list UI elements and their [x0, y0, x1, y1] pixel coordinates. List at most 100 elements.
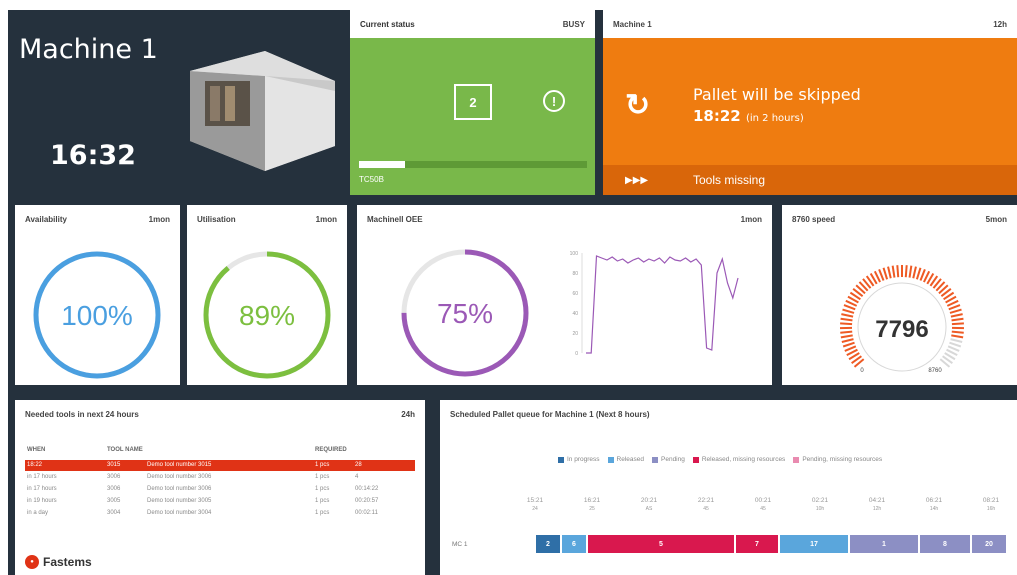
speed-tick: [878, 269, 885, 281]
status-code: TC50B: [359, 175, 384, 184]
machine-title: Machine 1: [19, 34, 158, 65]
skip-time-note: (in 2 hours): [745, 113, 804, 124]
queue-segment[interactable]: 20: [972, 535, 1008, 553]
tools-missing-text: Tools missing: [693, 173, 766, 187]
speed-tick: [950, 313, 963, 318]
table-row[interactable]: in 17 hours 3006 Demo tool number 3006 1 pc…: [25, 484, 415, 495]
utilisation-period: 1mon: [315, 214, 337, 224]
speed-tick: [949, 341, 962, 348]
utilisation-card[interactable]: Utilisation 1mon 89%: [187, 205, 347, 385]
legend-label: Pending: [661, 456, 685, 463]
speed-tick: [843, 304, 856, 311]
speed-tick: [841, 313, 854, 318]
machine-alert-range: 12h: [993, 19, 1007, 29]
needed-tools-card[interactable]: Needed tools in next 24 hours 24h WHEN T…: [15, 400, 425, 575]
speed-tick: [919, 269, 926, 281]
queue-segment[interactable]: 7: [736, 535, 780, 553]
pallet-queue-card[interactable]: Scheduled Pallet queue for Machine 1 (Ne…: [440, 400, 1017, 575]
availability-title: Availability: [25, 214, 67, 224]
speed-tick: [951, 322, 964, 326]
table-cell: 00:20:57: [355, 498, 379, 504]
table-cell: 1 pcs: [315, 474, 330, 480]
machine-clock: 16:32: [50, 140, 136, 171]
table-cell: in a day: [27, 510, 49, 516]
speed-tick: [951, 317, 964, 322]
oee-title: Machinell OEE: [367, 214, 423, 224]
machine-alert-title: Machine 1: [613, 19, 652, 29]
tools-table-header: WHEN TOOL NAME REQUIRED: [25, 445, 415, 457]
legend-item: In progress: [558, 456, 600, 463]
speed-tick: [950, 338, 963, 343]
legend-swatch: [607, 456, 614, 463]
table-cell: 1 pcs: [315, 486, 330, 492]
table-cell: Demo tool number 3015: [147, 462, 212, 468]
queue-legend: In progress Released Pending Released, miss…: [558, 456, 882, 463]
legend-item: Pending: [652, 456, 685, 463]
timeline-tick: 00:21 45: [754, 497, 772, 512]
speed-tick: [842, 341, 855, 348]
oee-header: Machinell OEE 1mon: [357, 205, 772, 233]
queue-segment[interactable]: 1: [850, 535, 920, 553]
availability-card[interactable]: Availability 1mon 100%: [15, 205, 180, 385]
legend-item: Released, missing resources: [692, 456, 785, 463]
speed-tick: [844, 345, 857, 352]
machine-illustration: [190, 51, 335, 171]
tools-missing-footer[interactable]: ▶▶▶ Tools missing: [603, 165, 1017, 195]
timeline-tick: 16:21 25: [583, 497, 601, 512]
speed-tick: [887, 266, 892, 279]
queue-segment[interactable]: 8: [920, 535, 972, 553]
table-cell: 3015: [107, 462, 121, 468]
col-when: WHEN: [27, 447, 46, 453]
status-title: Current status: [360, 19, 415, 29]
legend-swatch: [558, 456, 564, 463]
queue-segment[interactable]: 6: [562, 535, 588, 553]
table-cell: 3006: [107, 486, 121, 492]
table-row[interactable]: in 19 hours 3005 Demo tool number 3005 1 pc…: [25, 496, 415, 507]
queue-segment[interactable]: 5: [588, 535, 736, 553]
speed-tick: [840, 330, 853, 334]
oee-y-tick: 60: [572, 291, 578, 297]
legend-label: Pending, missing resources: [802, 456, 883, 463]
alert-icon: !: [543, 90, 565, 112]
legend-item: Released: [607, 456, 644, 463]
speed-max: 8760: [928, 368, 942, 374]
availability-value: 100%: [61, 300, 133, 331]
speed-tick: [948, 304, 961, 311]
speed-value: 7796: [875, 316, 928, 343]
legend-swatch: [692, 456, 699, 463]
speed-tick: [908, 265, 913, 278]
queue-row-label: MC 1: [452, 541, 468, 548]
oee-card[interactable]: Machinell OEE 1mon 75% 100 80 60 40 20 0: [357, 205, 772, 385]
speed-tick: [891, 265, 896, 278]
oee-trend-line: [586, 255, 739, 354]
oee-y-tick: 20: [572, 331, 578, 337]
legend-item: Pending, missing resources: [793, 456, 882, 463]
speed-tick: [951, 330, 964, 334]
table-row[interactable]: in a day 3004 Demo tool number 3004 1 pcs 00…: [25, 508, 415, 519]
skip-time-value: 18:22: [693, 107, 741, 125]
speed-gauge: 7796 0 8760: [839, 265, 965, 374]
table-cell: 00:14:22: [355, 486, 379, 492]
table-cell: Demo tool number 3004: [147, 510, 212, 516]
current-status-card[interactable]: Current status BUSY 2 ! TC50B: [350, 10, 595, 195]
status-header: Current status BUSY: [350, 10, 595, 38]
speed-tick: [882, 267, 889, 280]
table-row[interactable]: 18:22 3015 Demo tool number 3015 1 pcs 28: [25, 460, 415, 471]
queue-segment[interactable]: 2: [536, 535, 562, 553]
legend-label: In progress: [567, 456, 600, 463]
speed-header: 8760 speed 5mon: [782, 205, 1017, 233]
table-cell: 1 pcs: [315, 510, 330, 516]
table-row[interactable]: in 17 hours 3006 Demo tool number 3006 1 pc…: [25, 472, 415, 483]
speed-card[interactable]: 8760 speed 5mon 7796 0 8760: [782, 205, 1017, 385]
brand-name: Fastems: [43, 555, 92, 569]
speed-tick: [896, 265, 900, 278]
queue-segment[interactable]: 17: [780, 535, 850, 553]
timeline-tick: 15:21 24: [526, 497, 544, 512]
legend-swatch: [652, 456, 658, 463]
table-cell: 1 pcs: [315, 462, 330, 468]
table-cell: 00:02:11: [355, 510, 378, 516]
machine-alert-card[interactable]: Machine 1 12h ↻ Pallet will be skipped 1…: [603, 10, 1017, 195]
status-progress-bar: [359, 161, 587, 168]
queue-title: Scheduled Pallet queue for Machine 1 (Ne…: [450, 409, 650, 419]
utilisation-gauge: 89%: [203, 251, 331, 379]
